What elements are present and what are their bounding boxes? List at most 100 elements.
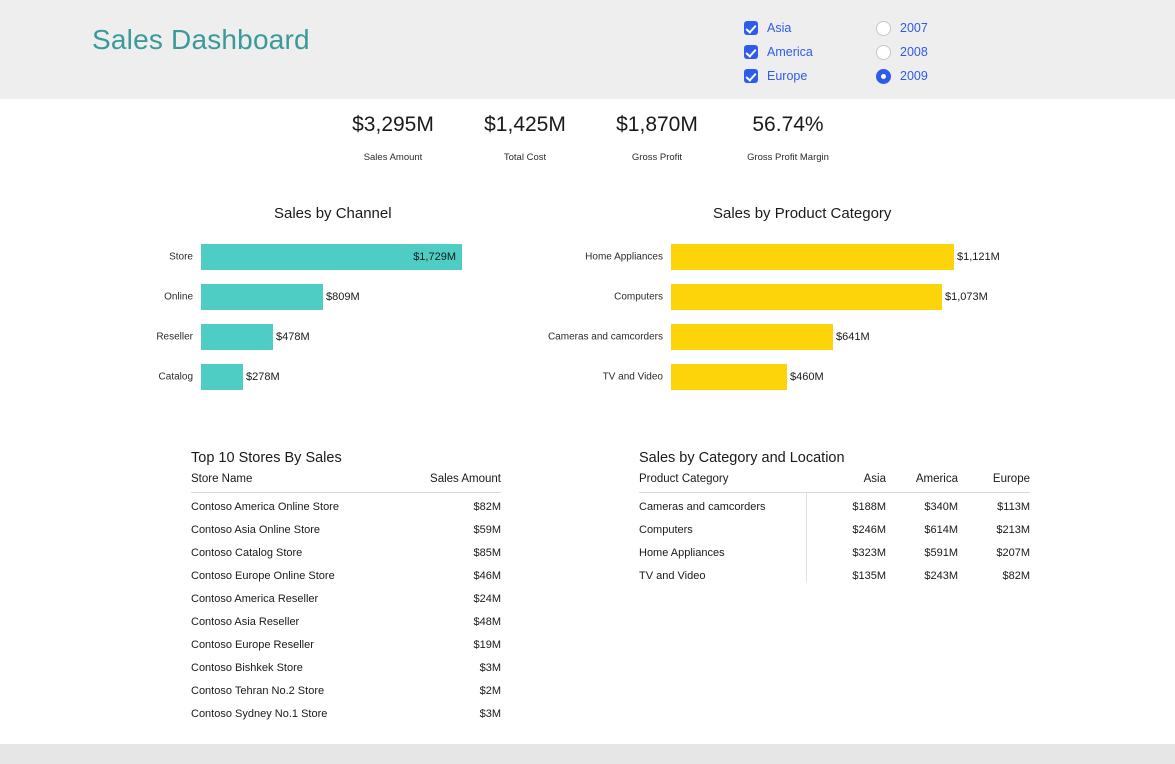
dashboard-page: Sales Dashboard Asia America Europe 2007 20…	[0, 0, 1175, 764]
region-filter-group: Asia America Europe	[744, 16, 813, 88]
table-cell-value: $48M	[473, 616, 501, 628]
bar-value-label: $1,073M	[945, 291, 988, 303]
bar-category-label: Store	[169, 251, 193, 263]
table-cell-value: $24M	[473, 593, 501, 605]
category-location-table: Product Category Asia America Europe Cameras…	[639, 473, 1030, 587]
radio-button-icon[interactable]	[876, 20, 891, 36]
matrix-column-divider	[806, 493, 807, 582]
bar-row[interactable]: Home Appliances $1,121M	[585, 244, 1000, 270]
table-row[interactable]: Contoso Europe Reseller $19M	[191, 633, 501, 656]
table-cell-value: $614M	[924, 524, 958, 536]
bar-fill	[671, 284, 942, 310]
bar-fill	[201, 284, 323, 310]
table-row[interactable]: Contoso Catalog Store $85M	[191, 541, 501, 564]
year-filter-label: 2007	[900, 21, 928, 35]
column-header[interactable]: Sales Amount	[401, 473, 501, 493]
bar-fill	[671, 364, 787, 390]
bar-row[interactable]: Catalog $278M	[159, 364, 280, 390]
table-cell-value: $243M	[924, 570, 958, 582]
table-cell-value: $591M	[924, 547, 958, 559]
page-title: Sales Dashboard	[92, 24, 310, 55]
year-filter-row[interactable]: 2009	[876, 64, 928, 88]
column-header[interactable]: Asia	[814, 473, 886, 493]
table-row[interactable]: Contoso Europe Online Store $46M	[191, 564, 501, 587]
table-cell-label: Contoso Tehran No.2 Store	[191, 685, 325, 697]
bar-row[interactable]: Store $1,729M	[169, 244, 462, 270]
table-cell-label: Contoso America Online Store	[191, 501, 339, 513]
bar-row[interactable]: Computers $1,073M	[614, 284, 988, 310]
year-filter-row[interactable]: 2008	[876, 40, 928, 64]
bar-category-label: Catalog	[158, 371, 193, 383]
chart-title: Sales by Channel	[274, 205, 392, 222]
bar-category-label: Cameras and camcorders	[547, 331, 663, 343]
table-cell-value: $3M	[479, 662, 501, 674]
bar-value-label: $478M	[276, 331, 310, 343]
table-row[interactable]: Contoso Asia Reseller $48M	[191, 610, 501, 633]
checkbox-icon[interactable]	[744, 21, 758, 35]
bar-fill	[201, 324, 273, 350]
column-header[interactable]: Store Name	[191, 473, 401, 493]
dashboard-header: Sales Dashboard Asia America Europe 2007 20…	[0, 0, 1175, 99]
checkbox-icon[interactable]	[744, 69, 758, 83]
region-filter-label: America	[767, 45, 813, 59]
table-cell-value: $340M	[924, 501, 958, 513]
region-filter-label: Asia	[767, 21, 792, 35]
table-cell-value: $113M	[997, 501, 1030, 513]
bar-category-label: Reseller	[156, 331, 193, 343]
table-cell-label: Home Appliances	[639, 547, 725, 559]
table-row[interactable]: Contoso America Reseller $24M	[191, 587, 501, 610]
table-row[interactable]: TV and Video $135M $243M $82M	[639, 564, 1030, 587]
table-header-row: Product Category Asia America Europe	[639, 473, 1030, 493]
table-row[interactable]: Contoso Asia Online Store $59M	[191, 518, 501, 541]
radio-button-icon[interactable]	[876, 44, 891, 60]
bar-row[interactable]: TV and Video $460M	[603, 364, 824, 390]
table-row[interactable]: Contoso Sydney No.1 Store $3M	[191, 702, 501, 725]
column-header[interactable]: Product Category	[639, 473, 814, 493]
bar-row[interactable]: Reseller $478M	[156, 324, 310, 350]
table-cell-value: $19M	[473, 639, 501, 651]
table-cell-label: Computers	[639, 524, 693, 536]
table-row[interactable]: Home Appliances $323M $591M $207M	[639, 541, 1030, 564]
table-row[interactable]: Contoso America Online Store $82M	[191, 493, 501, 519]
year-filter-group: 2007 2008 2009	[876, 16, 928, 88]
bar-value-label: $809M	[326, 291, 360, 303]
checkbox-icon[interactable]	[744, 45, 758, 59]
matrix-table-title: Sales by Category and Location	[639, 450, 845, 466]
bar-row[interactable]: Online $809M	[164, 284, 360, 310]
table-cell-value: $85M	[473, 547, 501, 559]
table-cell-value: $213M	[996, 524, 1030, 536]
table-cell-value: $188M	[852, 501, 886, 513]
table-row[interactable]: Contoso Bishkek Store $3M	[191, 656, 501, 679]
table-row[interactable]: Computers $246M $614M $213M	[639, 518, 1030, 541]
table-row[interactable]: Contoso Tehran No.2 Store $2M	[191, 679, 501, 702]
year-filter-row[interactable]: 2007	[876, 16, 928, 40]
table-cell-value: $82M	[473, 501, 501, 513]
table-cell-value: $246M	[852, 524, 886, 536]
bar-row[interactable]: Cameras and camcorders $641M	[548, 324, 870, 350]
chart-title: Sales by Product Category	[713, 205, 892, 222]
top-stores-table: Store Name Sales Amount Contoso America On…	[191, 473, 501, 725]
table-cell-label: Contoso Europe Reseller	[191, 639, 314, 651]
bar-value-label: $1,729M	[413, 251, 456, 263]
region-filter-row[interactable]: America	[744, 40, 813, 64]
table-cell-label: Contoso Asia Reseller	[191, 616, 300, 628]
table-row[interactable]: Cameras and camcorders $188M $340M $113M	[639, 493, 1030, 519]
table-cell-value: $59M	[473, 524, 501, 536]
region-filter-row[interactable]: Asia	[744, 16, 813, 40]
table-cell-label: Contoso America Reseller	[191, 593, 319, 605]
column-header[interactable]: Europe	[958, 473, 1030, 493]
bar-fill	[201, 364, 243, 390]
table-cell-label: Contoso Bishkek Store	[191, 662, 303, 674]
bar-value-label: $278M	[246, 371, 280, 383]
filter-panel: Asia America Europe 2007 2008 2009	[744, 16, 1064, 84]
region-filter-row[interactable]: Europe	[744, 64, 813, 88]
kpi-card: 56.74% Gross Profit Margin	[698, 113, 878, 163]
bar-value-label: $641M	[836, 331, 870, 343]
table-cell-value: $3M	[479, 708, 501, 720]
year-filter-label: 2009	[900, 69, 928, 83]
table-cell-value: $46M	[473, 570, 501, 582]
table-cell-label: Contoso Catalog Store	[191, 547, 303, 559]
column-header[interactable]: America	[886, 473, 958, 493]
table-cell-value: $207M	[996, 547, 1030, 559]
radio-button-icon[interactable]	[876, 68, 891, 84]
